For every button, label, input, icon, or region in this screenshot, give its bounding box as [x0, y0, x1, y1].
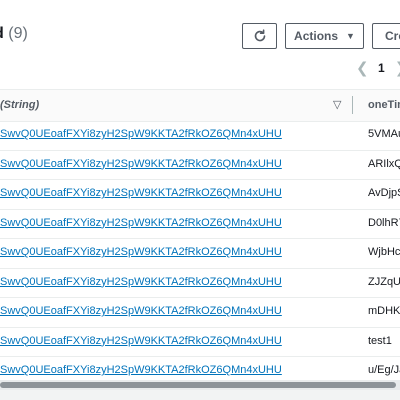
table-row: SwvQ0UEoafFXYi8zyH2SpW9KKTA2fRkOZ6QMn4xU…	[0, 328, 400, 357]
horizontal-scrollbar[interactable]	[0, 380, 400, 390]
row-one-time-value: 5VMAu	[368, 128, 400, 140]
actions-button[interactable]: Actions ▼	[285, 23, 364, 49]
row-key-link[interactable]: SwvQ0UEoafFXYi8zyH2SpW9KKTA2fRkOZ6QMn4xU…	[0, 335, 282, 347]
row-one-time-value: ZJZqUt	[368, 275, 400, 288]
table-row: SwvQ0UEoafFXYi8zyH2SpW9KKTA2fRkOZ6QMn4xU…	[0, 357, 400, 380]
row-key-link[interactable]: SwvQ0UEoafFXYi8zyH2SpW9KKTA2fRkOZ6QMn4xU…	[0, 128, 282, 140]
row-key-link[interactable]: SwvQ0UEoafFXYi8zyH2SpW9KKTA2fRkOZ6QMn4xU…	[0, 246, 282, 258]
table-row: SwvQ0UEoafFXYi8zyH2SpW9KKTA2fRkOZ6QMn4xU…	[0, 298, 400, 328]
row-key-link[interactable]: SwvQ0UEoafFXYi8zyH2SpW9KKTA2fRkOZ6QMn4xU…	[0, 158, 282, 170]
pagination: ❮ 1 ❯	[356, 59, 400, 77]
row-one-time-value: u/Eg/Ja	[368, 364, 400, 376]
column-header-one-time[interactable]: oneTim	[368, 99, 400, 111]
create-label: Cre	[385, 29, 400, 43]
page-title: d (9)	[0, 25, 28, 43]
table-row: SwvQ0UEoafFXYi8zyH2SpW9KKTA2fRkOZ6QMn4xU…	[0, 180, 400, 210]
column-header-key[interactable]: (String)	[0, 99, 39, 111]
caret-down-icon: ▼	[346, 31, 355, 41]
sort-down-icon[interactable]: ▽	[333, 98, 341, 111]
row-key-link[interactable]: SwvQ0UEoafFXYi8zyH2SpW9KKTA2fRkOZ6QMn4xU…	[0, 276, 282, 288]
row-key-link[interactable]: SwvQ0UEoafFXYi8zyH2SpW9KKTA2fRkOZ6QMn4xU…	[0, 305, 282, 317]
item-count: (9)	[8, 25, 28, 42]
table-row: SwvQ0UEoafFXYi8zyH2SpW9KKTA2fRkOZ6QMn4xU…	[0, 269, 400, 298]
table-row: SwvQ0UEoafFXYi8zyH2SpW9KKTA2fRkOZ6QMn4xU…	[0, 151, 400, 180]
row-key-link[interactable]: SwvQ0UEoafFXYi8zyH2SpW9KKTA2fRkOZ6QMn4xU…	[0, 217, 282, 229]
row-one-time-value: WjbHch	[368, 246, 400, 258]
table-row: SwvQ0UEoafFXYi8zyH2SpW9KKTA2fRkOZ6QMn4xU…	[0, 210, 400, 239]
table-body: SwvQ0UEoafFXYi8zyH2SpW9KKTA2fRkOZ6QMn4xU…	[0, 121, 400, 380]
row-key-link[interactable]: SwvQ0UEoafFXYi8zyH2SpW9KKTA2fRkOZ6QMn4xU…	[0, 364, 282, 376]
row-key-link[interactable]: SwvQ0UEoafFXYi8zyH2SpW9KKTA2fRkOZ6QMn4xU…	[0, 187, 282, 199]
row-one-time-value: ARIlxQ	[368, 157, 400, 170]
row-one-time-value: AvDjpS	[368, 187, 400, 199]
table-row: SwvQ0UEoafFXYi8zyH2SpW9KKTA2fRkOZ6QMn4xU…	[0, 239, 400, 269]
refresh-icon	[254, 29, 265, 42]
title-text: d	[0, 25, 4, 42]
row-one-time-value: mDHKr	[368, 305, 400, 317]
column-resize-handle[interactable]	[352, 96, 353, 114]
create-button[interactable]: Cre	[372, 23, 400, 49]
table-header: (String) ▽ oneTim	[0, 89, 400, 122]
chevron-right-icon[interactable]: ❯	[395, 59, 400, 77]
refresh-button[interactable]	[242, 23, 277, 49]
items-panel: d (9) Actions ▼ Cre ❮ 1 ❯ (String) ▽ one…	[0, 0, 400, 380]
current-page[interactable]: 1	[378, 61, 385, 75]
actions-label: Actions	[294, 29, 339, 43]
table-row: SwvQ0UEoafFXYi8zyH2SpW9KKTA2fRkOZ6QMn4xU…	[0, 121, 400, 151]
chevron-left-icon[interactable]: ❮	[356, 59, 370, 77]
row-one-time-value: D0lhR7	[368, 216, 400, 229]
row-one-time-value: test1	[368, 334, 392, 347]
scrollbar-thumb[interactable]	[0, 382, 396, 388]
